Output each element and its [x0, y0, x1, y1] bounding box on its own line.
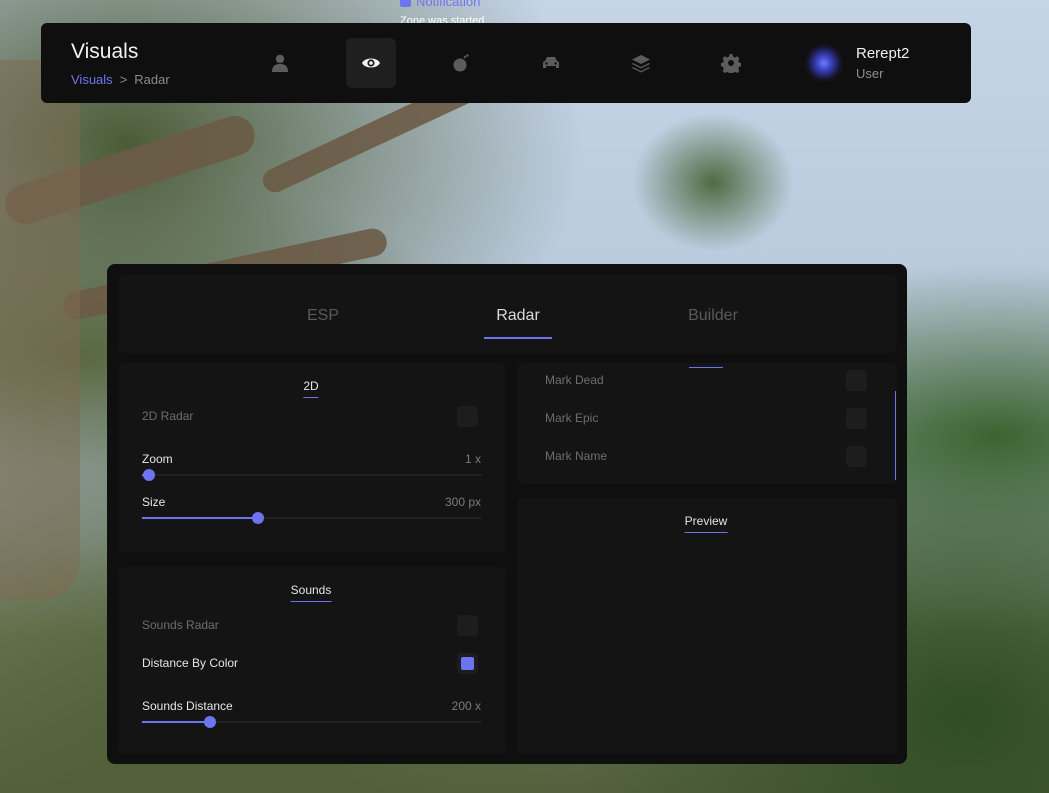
mark-name-checkbox[interactable] [846, 446, 867, 467]
nav-user-button[interactable] [255, 38, 305, 88]
nav-layers-button[interactable] [616, 38, 666, 88]
nav-visuals-button[interactable] [346, 38, 396, 88]
gear-icon [721, 54, 741, 73]
zoom-label: Zoom [142, 452, 173, 466]
zoom-slider-track[interactable] [142, 474, 482, 476]
user-name: Rerept2 [856, 45, 910, 62]
sounds-distance-slider-fill [142, 721, 210, 723]
marks-title-underline [689, 367, 723, 368]
marks-scrollbar[interactable] [895, 391, 896, 480]
top-bar: Visuals Visuals > Radar Rerept2 User [41, 23, 971, 103]
mark-name-label: Mark Name [545, 449, 608, 463]
distance-by-color-checkbox[interactable] [457, 653, 478, 674]
marks-card: Mark Dead Mark Epic Mark Name [517, 363, 897, 484]
tree-trunk [0, 60, 80, 600]
mark-dead-checkbox[interactable] [846, 370, 867, 391]
info-icon [400, 0, 411, 7]
nav-vehicles-button[interactable] [526, 38, 576, 88]
zoom-value: 1 x [464, 452, 481, 466]
eye-icon [362, 58, 380, 68]
card-title-preview: Preview [684, 514, 728, 533]
distance-by-color-label: Distance By Color [142, 656, 239, 670]
tab-esp[interactable]: ESP [289, 307, 357, 325]
notification-title-text: Notification [416, 0, 481, 9]
size-value: 300 px [444, 495, 481, 509]
mark-epic-checkbox[interactable] [846, 408, 867, 429]
mark-epic-label: Mark Epic [545, 411, 599, 425]
nav-settings-button[interactable] [706, 38, 756, 88]
card-title-2d: 2D [303, 379, 319, 398]
card-title-sounds: Sounds [290, 583, 332, 602]
tab-active-indicator [484, 337, 552, 339]
size-slider-fill [142, 517, 258, 519]
breadcrumb-current: Radar [134, 72, 170, 87]
user-icon [272, 54, 288, 72]
radar-2d-label: 2D Radar [142, 409, 194, 423]
user-role: User [856, 66, 884, 81]
sounds-radar-label: Sounds Radar [142, 618, 219, 632]
tab-radar[interactable]: Radar [484, 307, 552, 325]
size-slider-knob[interactable] [252, 512, 264, 524]
size-label: Size [142, 495, 166, 509]
bomb-icon [453, 54, 469, 72]
sounds-card: Sounds Sounds Radar Distance By Color So… [118, 567, 506, 754]
radar-2d-checkbox[interactable] [457, 406, 478, 427]
preview-card: Preview [517, 498, 897, 754]
breadcrumb: Visuals > Radar [71, 72, 170, 87]
avatar[interactable] [805, 44, 843, 82]
radar-2d-card: 2D 2D Radar Zoom 1 x Size 300 px [118, 363, 506, 552]
sounds-distance-slider-knob[interactable] [204, 716, 216, 728]
mark-dead-label: Mark Dead [545, 373, 604, 387]
tab-bar: ESP Radar Builder [118, 275, 897, 353]
sounds-distance-label: Sounds Distance [142, 699, 233, 713]
sounds-radar-checkbox[interactable] [457, 615, 478, 636]
nav-weapons-button[interactable] [436, 38, 486, 88]
layers-icon [632, 55, 650, 73]
page-title: Visuals [71, 40, 139, 63]
zoom-slider-knob[interactable] [143, 469, 155, 481]
breadcrumb-separator: > [119, 72, 128, 87]
car-icon [543, 57, 559, 68]
breadcrumb-parent[interactable]: Visuals [71, 72, 113, 87]
sounds-distance-value: 200 x [451, 699, 481, 713]
notification-title: Notification [400, 0, 480, 9]
tab-builder[interactable]: Builder [674, 307, 752, 325]
settings-panel: ESP Radar Builder 2D 2D Radar Zoom 1 x S… [107, 264, 907, 764]
